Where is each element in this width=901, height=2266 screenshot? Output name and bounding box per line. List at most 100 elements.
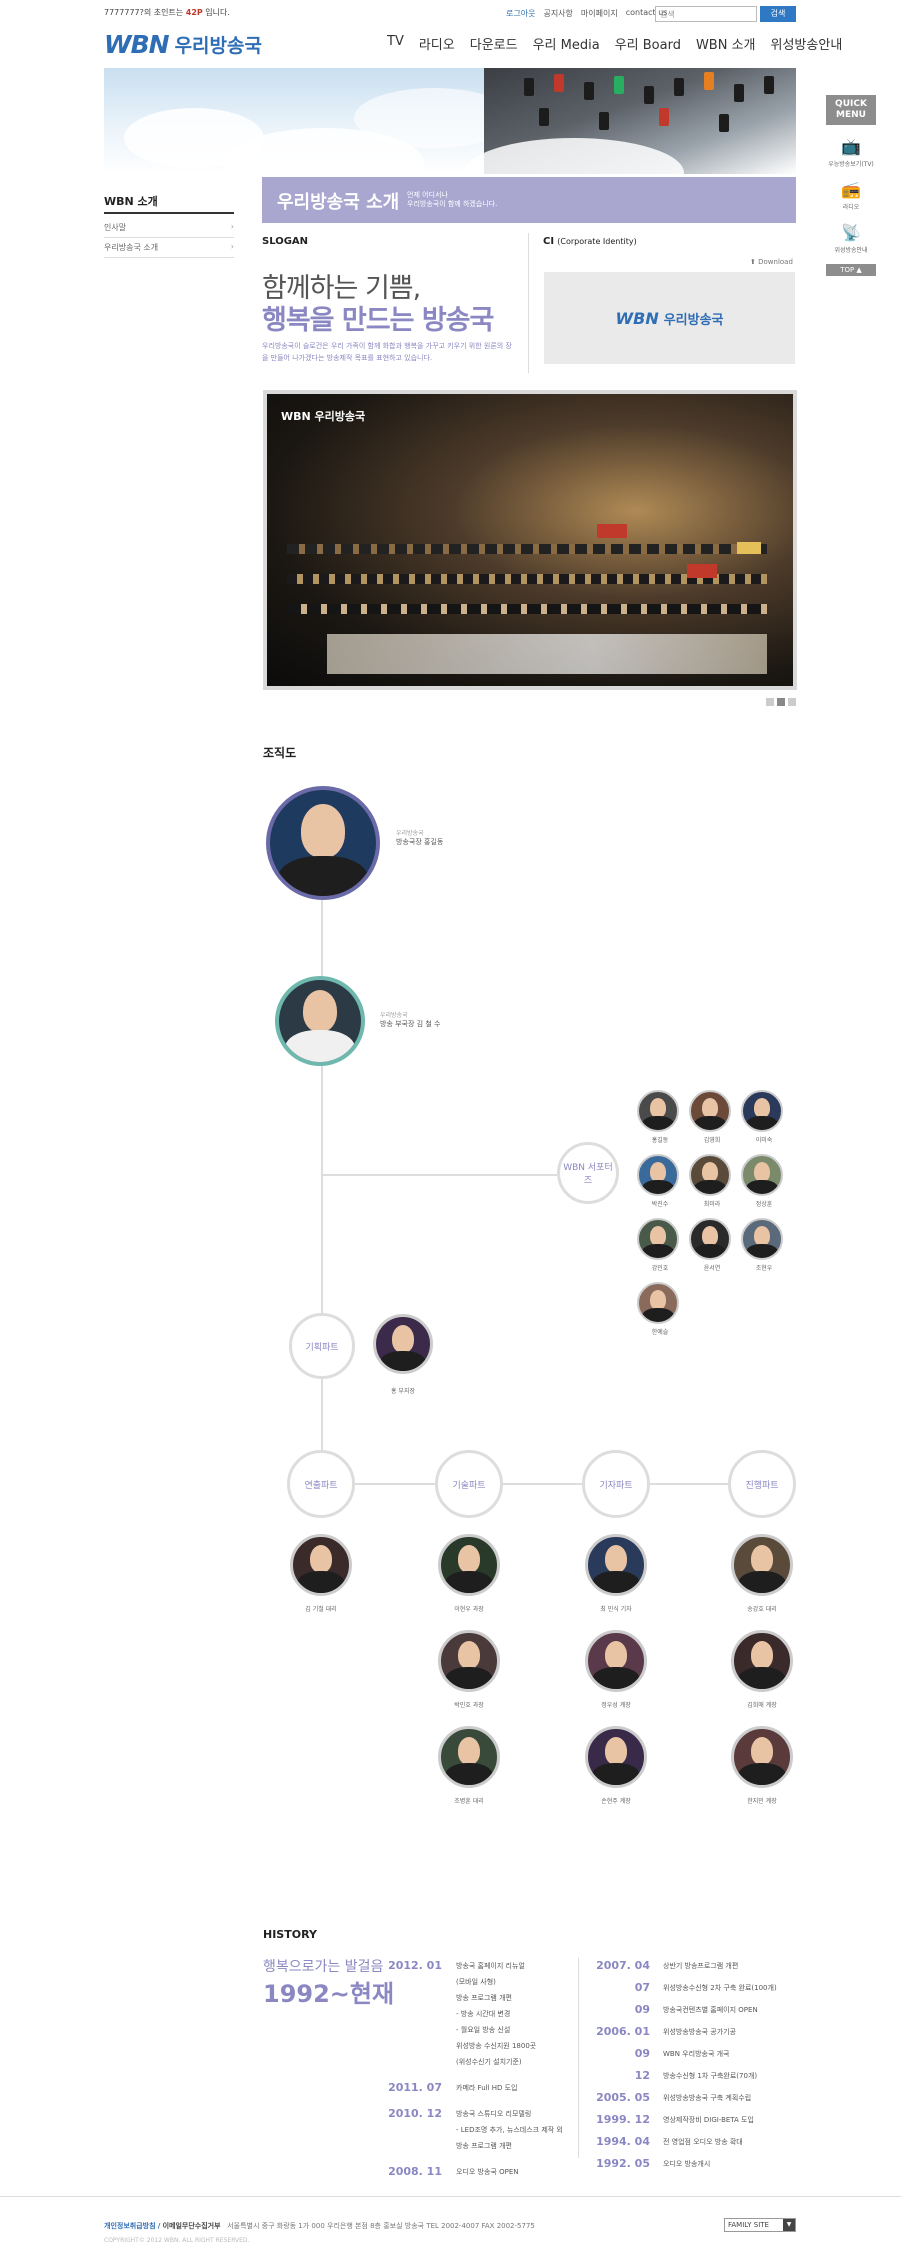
nav-satellite[interactable]: 위성방송안내 bbox=[771, 34, 843, 53]
part-node[interactable]: 진행파트 bbox=[728, 1450, 796, 1518]
quick-item-satellite[interactable]: 📡 위성방송안내 bbox=[826, 223, 876, 254]
history-event: 카메라 Full HD 도입 bbox=[456, 2084, 518, 2092]
supporters-node[interactable]: WBN 서포터즈 bbox=[557, 1142, 619, 1204]
sidebar-divider bbox=[104, 212, 234, 214]
history-year: 2012. 01 bbox=[388, 1959, 442, 1972]
slogan-divider bbox=[528, 233, 529, 373]
part-node[interactable]: 연출파트 bbox=[287, 1450, 355, 1518]
slide-indicator bbox=[766, 698, 796, 706]
part-member-name: 김 기철 대리 bbox=[305, 1606, 337, 1613]
history-divider bbox=[578, 1958, 579, 2158]
download-icon: ⬆ bbox=[750, 258, 756, 266]
history-event: (위성수신기 설치기준) bbox=[456, 2058, 522, 2066]
supporter-name: 김영희 bbox=[703, 1137, 721, 1144]
site-logo[interactable]: WBN 우리방송국 bbox=[104, 30, 262, 59]
part-member-name: 박민호 과장 bbox=[454, 1702, 484, 1709]
supporter-member: 조현우 bbox=[741, 1218, 787, 1272]
logout-link[interactable]: 로그아웃 bbox=[506, 8, 535, 19]
history-year: 2010. 12 bbox=[388, 2107, 442, 2120]
avatar bbox=[741, 1154, 783, 1196]
org-line bbox=[321, 1174, 557, 1176]
sidebar-item-about[interactable]: 우리방송국 소개 bbox=[104, 242, 234, 258]
history-event: 상반기 방송프로그램 개편 bbox=[663, 1962, 739, 1970]
family-site-select[interactable]: FAMILY SITE bbox=[724, 2218, 796, 2232]
privacy-link[interactable]: 개인정보취급방침 bbox=[104, 2222, 156, 2230]
avatar bbox=[637, 1282, 679, 1324]
logo-mark: WBN bbox=[104, 30, 170, 59]
supporter-name: 이미숙 bbox=[755, 1137, 773, 1144]
supporters-grid: 홍길동 김영희 이미숙 박진수 최미라 정상훈 강민호 윤서연 조현우 한예슬 bbox=[637, 1090, 797, 1336]
avatar bbox=[741, 1218, 783, 1260]
history-event: 위성방송수신형 2차 구축 완료(100개) bbox=[663, 1984, 777, 1992]
avatar bbox=[438, 1534, 500, 1596]
top-button[interactable]: TOP ▲ bbox=[826, 264, 876, 276]
avatar-planning bbox=[373, 1314, 433, 1374]
supporter-member: 강민호 bbox=[637, 1218, 683, 1272]
supporter-member: 최미라 bbox=[689, 1154, 735, 1208]
org-line bbox=[321, 1483, 755, 1485]
supporter-name: 박진수 bbox=[651, 1201, 669, 1208]
search-input[interactable]: 검색 bbox=[655, 6, 757, 22]
part-node[interactable]: 기자파트 bbox=[582, 1450, 650, 1518]
avatar bbox=[731, 1534, 793, 1596]
part-node[interactable]: 기술파트 bbox=[435, 1450, 503, 1518]
footer: 개인정보취급방침 / 이메일무단수집거부 서울특별시 중구 화랑동 1가 000… bbox=[104, 2222, 535, 2244]
download-link[interactable]: ⬆ Download bbox=[750, 258, 793, 266]
nav-tv[interactable]: TV bbox=[387, 34, 404, 53]
slide-dot[interactable] bbox=[788, 698, 796, 706]
top-banner bbox=[104, 68, 796, 174]
history-title: HISTORY bbox=[263, 1928, 317, 1941]
part-member-name: 이현우 과장 bbox=[454, 1606, 484, 1613]
history-event: 전 영업점 오디오 방송 확대 bbox=[663, 2138, 743, 2146]
studio-photo: WBN 우리방송국 bbox=[263, 390, 797, 690]
history-year: 2006. 01 bbox=[596, 2025, 650, 2038]
history-event: 영상제작장비 DIGI-BETA 도입 bbox=[663, 2116, 754, 2124]
nav-media[interactable]: 우리 Media bbox=[533, 34, 600, 53]
history-period: 1992~현재 bbox=[263, 1980, 395, 2008]
supporter-member: 홍길동 bbox=[637, 1090, 683, 1144]
notice-link[interactable]: 공지사항 bbox=[543, 8, 572, 19]
mypage-link[interactable]: 마이페이지 bbox=[581, 8, 618, 19]
history-subtitle: 행복으로가는 발걸음 bbox=[263, 1959, 384, 1975]
history-year: 1992. 05 bbox=[596, 2157, 650, 2170]
history-year: 07 bbox=[634, 1981, 650, 1994]
quick-item-radio[interactable]: 📻 라디오 bbox=[826, 180, 876, 211]
avatar bbox=[585, 1534, 647, 1596]
history-year: 2007. 04 bbox=[596, 1959, 650, 1972]
avatar bbox=[290, 1534, 352, 1596]
history-year: 2005. 05 bbox=[596, 2091, 650, 2104]
quick-menu: QUICK MENU 📺 우능방송보기(TV) 📻 라디오 📡 위성방송안내 T… bbox=[826, 95, 876, 276]
sidebar-item-greeting[interactable]: 인사말 bbox=[104, 222, 234, 238]
history-event: - LED조명 추가, 뉴스데스크 제작 외 bbox=[456, 2126, 563, 2134]
ci-logo-mark: WBN bbox=[615, 308, 659, 328]
avatar bbox=[731, 1630, 793, 1692]
slide-dot[interactable] bbox=[766, 698, 774, 706]
history-event: 방송 프로그램 개편 bbox=[456, 2142, 512, 2150]
nav-about[interactable]: WBN 소개 bbox=[696, 34, 756, 53]
part-member-name: 조병훈 대리 bbox=[454, 1798, 484, 1805]
part-member-name: 최 민식 기자 bbox=[600, 1606, 632, 1613]
nav-download[interactable]: 다운로드 bbox=[470, 34, 518, 53]
email-link[interactable]: 이메일무단수집거부 bbox=[163, 2222, 221, 2230]
ci-logo-text: 우리방송국 bbox=[663, 312, 724, 328]
nav-board[interactable]: 우리 Board bbox=[615, 34, 681, 53]
supporter-name: 윤서연 bbox=[703, 1265, 721, 1272]
avatar bbox=[585, 1726, 647, 1788]
history-year: 09 bbox=[634, 2047, 650, 2060]
avatar bbox=[438, 1726, 500, 1788]
quick-item-tv[interactable]: 📺 우능방송보기(TV) bbox=[826, 137, 876, 168]
supporter-name: 조현우 bbox=[755, 1265, 773, 1272]
part-member-name: 김희애 계장 bbox=[747, 1702, 777, 1709]
copyright: COPYRIGHT© 2012 WBN. ALL RIGHT RESERVED. bbox=[104, 2237, 250, 2244]
planning-node[interactable]: 기획파트 bbox=[289, 1313, 355, 1379]
history-year: 2011. 07 bbox=[388, 2081, 442, 2094]
nav-radio[interactable]: 라디오 bbox=[419, 34, 455, 53]
avatar-head bbox=[266, 786, 380, 900]
slide-dot-active[interactable] bbox=[777, 698, 785, 706]
visitor-greeting: 7777777?의 초인트는 42P 입니다. bbox=[104, 8, 230, 17]
history-year: 09 bbox=[634, 2003, 650, 2016]
search-button[interactable]: 검색 bbox=[760, 6, 796, 22]
history-event: - 월요일 방송 신설 bbox=[456, 2026, 511, 2034]
history-event: 방송국 홈페이지 리뉴얼 bbox=[456, 1962, 525, 1970]
avatar bbox=[731, 1726, 793, 1788]
